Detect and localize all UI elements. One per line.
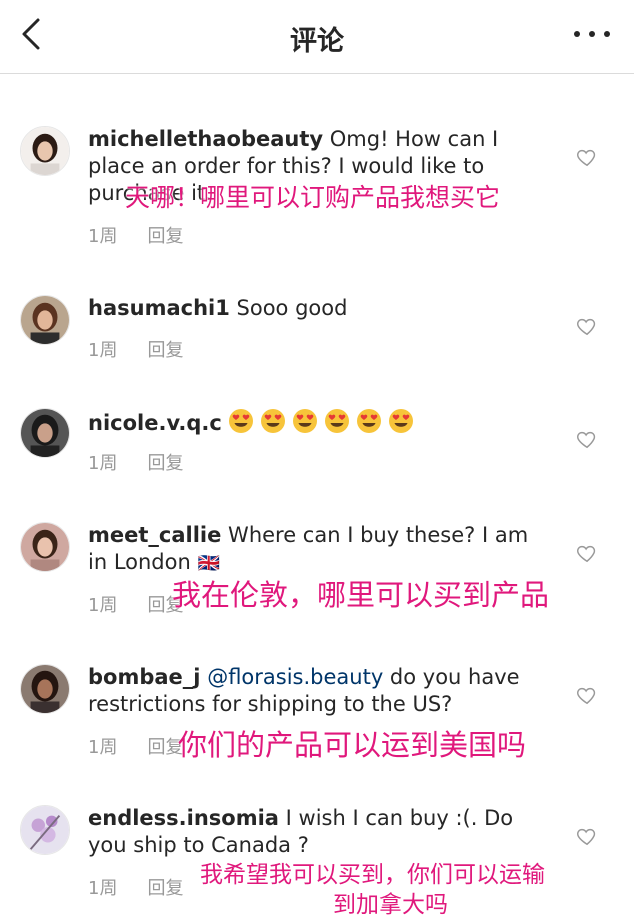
reply-button[interactable]: 回复: [147, 336, 183, 362]
comment-username[interactable]: michellethaobeauty: [88, 127, 323, 151]
comment-username[interactable]: meet_callie: [88, 523, 221, 547]
like-heart-icon[interactable]: [576, 315, 598, 337]
comment-meta: 1周 回复: [88, 222, 183, 248]
avatar[interactable]: [20, 126, 70, 176]
comment-username[interactable]: nicole.v.q.c: [88, 411, 222, 435]
comment-username[interactable]: hasumachi1: [88, 296, 230, 320]
translation-overlay: 我希望我可以买到，你们可以运输: [200, 862, 545, 888]
heart-eyes-emoji: [228, 409, 253, 433]
comment-text: bombae_j @florasis.beauty do you have re…: [88, 664, 548, 718]
mention-link[interactable]: @florasis.beauty: [207, 665, 383, 689]
comment-meta: 1周 回复: [88, 874, 183, 900]
page-title: 评论: [290, 26, 344, 57]
comment-time: 1周: [88, 340, 118, 361]
top-nav-bar: 评论: [0, 0, 634, 74]
comment-text: nicole.v.q.c: [88, 408, 548, 437]
translation-overlay-line2: 到加拿大吗: [333, 892, 448, 916]
comment-text: meet_callie Where can I buy these? I am …: [88, 522, 548, 577]
heart-eyes-emoji: [292, 409, 317, 433]
emoji-row: [222, 409, 414, 435]
more-options-icon[interactable]: [574, 22, 610, 46]
heart-eyes-emoji: [388, 409, 413, 433]
reply-button[interactable]: 回复: [147, 874, 183, 900]
avatar[interactable]: [20, 295, 70, 345]
comment-text: endless.insomia I wish I can buy :(. Do …: [88, 805, 548, 859]
comment-meta: 1周 回复: [88, 591, 183, 617]
comment-body: Sooo good: [229, 296, 348, 320]
uk-flag-icon: 🇬🇧: [197, 553, 220, 574]
heart-eyes-emoji: [356, 409, 381, 433]
translation-overlay: 我在伦敦，哪里可以买到产品: [172, 578, 550, 612]
like-heart-icon[interactable]: [576, 146, 598, 168]
like-heart-icon[interactable]: [576, 542, 598, 564]
translation-overlay: 天哪！哪里可以订购产品我想买它: [125, 183, 501, 212]
avatar[interactable]: [20, 664, 70, 714]
avatar[interactable]: [20, 408, 70, 458]
heart-eyes-emoji: [324, 409, 349, 433]
avatar[interactable]: [20, 522, 70, 572]
like-heart-icon[interactable]: [576, 825, 598, 847]
comment-text: hasumachi1 Sooo good: [88, 295, 548, 322]
comment-username[interactable]: bombae_j: [88, 665, 201, 689]
translation-overlay: 你们的产品可以运到美国吗: [178, 728, 527, 762]
comment-meta: 1周 回复: [88, 733, 183, 759]
comment-meta: 1周 回复: [88, 449, 183, 475]
comment-time: 1周: [88, 226, 118, 247]
reply-button[interactable]: 回复: [147, 222, 183, 248]
comment-time: 1周: [88, 878, 118, 899]
comment-time: 1周: [88, 595, 118, 616]
comment-meta: 1周 回复: [88, 336, 183, 362]
comment-time: 1周: [88, 737, 118, 758]
reply-button[interactable]: 回复: [147, 449, 183, 475]
comment-time: 1周: [88, 453, 118, 474]
like-heart-icon[interactable]: [576, 684, 598, 706]
like-heart-icon[interactable]: [576, 428, 598, 450]
heart-eyes-emoji: [260, 409, 285, 433]
avatar[interactable]: [20, 805, 70, 855]
comment-username[interactable]: endless.insomia: [88, 806, 279, 830]
